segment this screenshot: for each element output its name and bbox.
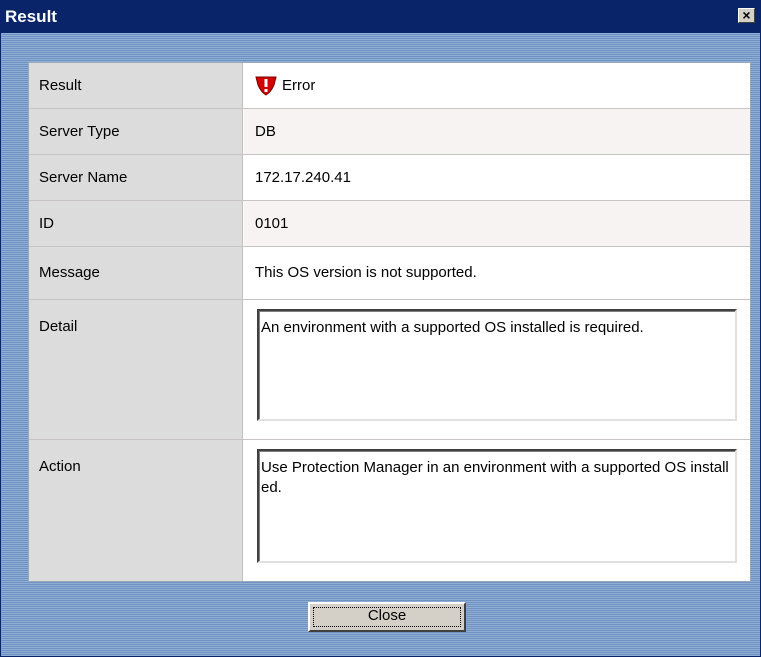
- row-label: Detail: [29, 300, 243, 439]
- row-label: Server Type: [29, 109, 243, 154]
- row-action: Action Use Protection Manager in an envi…: [29, 440, 750, 581]
- row-value: Error: [244, 63, 750, 108]
- row-label: Server Name: [29, 155, 243, 200]
- row-value: This OS version is not supported.: [255, 264, 477, 281]
- row-server-name: Server Name 172.17.240.41: [29, 155, 750, 201]
- dialog-title: Result: [5, 7, 57, 26]
- result-dialog: Result × Result Error Server Type DB Ser…: [0, 0, 761, 657]
- row-message: Message This OS version is not supported…: [29, 247, 750, 300]
- row-result: Result Error: [29, 63, 750, 109]
- row-detail: Detail An environment with a supported O…: [29, 300, 750, 440]
- close-button-label: Close: [367, 607, 407, 624]
- close-button[interactable]: Close: [308, 602, 466, 632]
- result-table: Result Error Server Type DB Server Name …: [28, 62, 751, 582]
- row-label: Action: [29, 440, 243, 581]
- action-textarea[interactable]: Use Protection Manager in an environment…: [257, 449, 737, 563]
- detail-textarea[interactable]: An environment with a supported OS insta…: [257, 309, 737, 421]
- row-value: 0101: [244, 201, 750, 246]
- row-server-type: Server Type DB: [29, 109, 750, 155]
- title-bar[interactable]: Result ×: [1, 1, 760, 33]
- error-shield-icon: [255, 76, 277, 96]
- row-value: DB: [244, 109, 750, 154]
- result-status-text: Error: [282, 77, 316, 94]
- row-label: Message: [29, 247, 243, 299]
- row-id: ID 0101: [29, 201, 750, 247]
- row-label: Result: [29, 63, 243, 108]
- close-window-button[interactable]: ×: [738, 8, 755, 23]
- row-value: 172.17.240.41: [255, 169, 351, 186]
- row-value: An environment with a supported OS insta…: [244, 300, 750, 439]
- row-value: Use Protection Manager in an environment…: [244, 440, 750, 581]
- row-label: ID: [29, 201, 243, 246]
- close-icon: ×: [742, 7, 751, 23]
